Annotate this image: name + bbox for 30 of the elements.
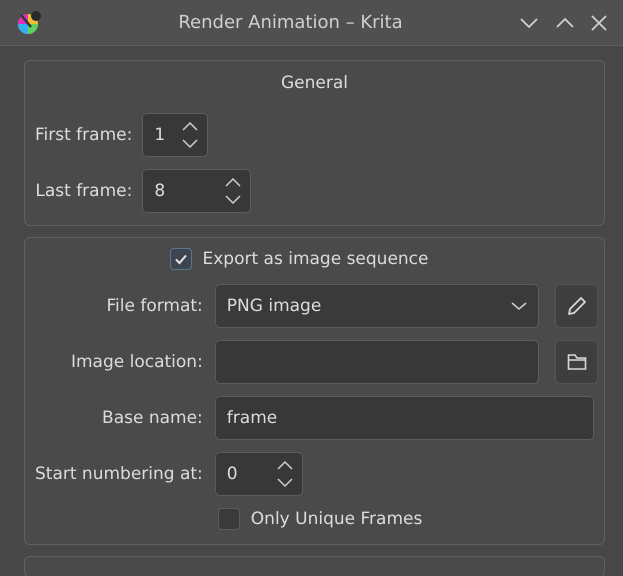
edit-button[interactable] xyxy=(555,284,598,328)
window-title: Render Animation – Krita xyxy=(177,12,404,33)
stepper-icon[interactable] xyxy=(224,176,242,206)
stepper-icon[interactable] xyxy=(181,120,200,150)
group-title: General xyxy=(280,73,349,93)
stepper-icon[interactable] xyxy=(276,459,294,489)
pencil-icon xyxy=(566,295,588,317)
field-label: Image location: xyxy=(70,352,203,372)
spin-box[interactable]: 0 xyxy=(214,452,303,496)
close-icon[interactable] xyxy=(591,14,607,30)
field-label: Last frame: xyxy=(35,181,132,201)
format-dropdown[interactable]: PNG image xyxy=(214,284,539,328)
maximize-icon[interactable] xyxy=(555,16,575,28)
browse-button[interactable] xyxy=(555,340,598,384)
checkbox[interactable] xyxy=(218,508,240,530)
chevron-down-icon xyxy=(511,301,527,311)
checkbox-label[interactable]: Export as image sequence xyxy=(202,249,428,269)
field-label: Start numbering at: xyxy=(35,464,203,484)
folder-icon xyxy=(566,353,586,371)
app-logo-icon xyxy=(16,10,42,36)
spin-box[interactable]: 1 xyxy=(142,113,208,157)
field-label: First frame: xyxy=(35,125,132,145)
minimize-icon[interactable] xyxy=(519,16,539,28)
base-name-field[interactable]: frame xyxy=(214,396,594,440)
checkbox[interactable] xyxy=(170,248,192,270)
field-label: Base name: xyxy=(101,408,203,428)
field-label: File format: xyxy=(105,296,203,316)
location-field[interactable] xyxy=(214,340,539,384)
spin-box[interactable]: 8 xyxy=(142,169,252,213)
checkbox-label[interactable]: Only Unique Frames xyxy=(250,509,422,529)
